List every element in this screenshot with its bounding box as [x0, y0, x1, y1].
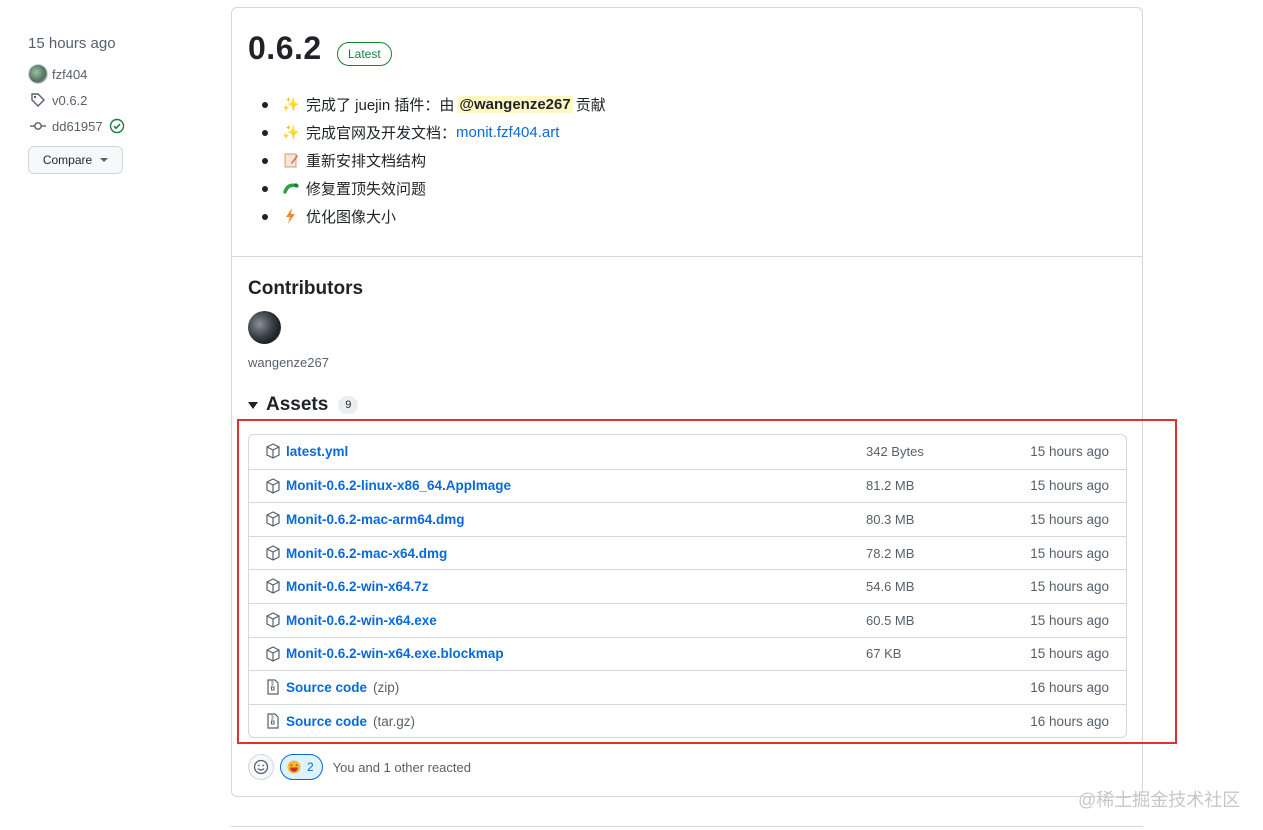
- release-time: 15 hours ago: [28, 35, 116, 52]
- reaction-laugh-button[interactable]: 2: [280, 754, 323, 780]
- avatar: [28, 64, 48, 84]
- list-item: ✨ 完成了 juejin 插件：由 @wangenze267 贡献: [262, 90, 606, 118]
- compare-label: Compare: [42, 153, 93, 167]
- list-item: 修复置顶失效问题: [262, 174, 606, 202]
- list-item: 重新安排文档结构: [262, 146, 606, 174]
- sparkles-icon: ✨: [282, 123, 300, 140]
- sparkles-icon: ✨: [282, 95, 300, 112]
- chevron-down-icon: [100, 158, 109, 162]
- divider: [231, 826, 1143, 827]
- note-text: 重新安排文档结构: [306, 152, 427, 170]
- assets-title: Assets: [266, 394, 329, 415]
- git-commit-icon: [28, 116, 48, 136]
- memo-icon: [282, 151, 300, 169]
- laugh-emoji-icon: [287, 760, 301, 774]
- assets-toggle[interactable]: Assets 9: [248, 394, 359, 416]
- commit-hash: dd61957: [52, 118, 103, 134]
- triangle-down-icon: [248, 401, 258, 409]
- user-mention[interactable]: @wangenze267: [457, 95, 573, 113]
- smiley-icon: [253, 759, 269, 775]
- note-text: 贡献: [575, 96, 606, 114]
- verified-check-icon: [107, 116, 127, 136]
- docs-link[interactable]: monit.fzf404.art: [456, 124, 559, 141]
- contributors-title: Contributors: [248, 278, 364, 299]
- author-link[interactable]: fzf404: [28, 64, 208, 84]
- note-text: 完成官网及开发文档：: [306, 124, 457, 142]
- compare-button[interactable]: Compare: [28, 146, 123, 174]
- add-reaction-button[interactable]: [248, 754, 274, 780]
- reactions-bar: 2 You and 1 other reacted: [248, 754, 471, 780]
- note-text: 完成了 juejin 插件：由: [306, 96, 455, 114]
- tag-icon: [28, 90, 48, 110]
- list-item: ✨ 完成官网及开发文档： monit.fzf404.art: [262, 118, 606, 146]
- tag-label: v0.6.2: [52, 92, 88, 108]
- assets-highlight-box: [237, 419, 1177, 744]
- release-meta: 15 hours ago fzf404 v0.6.2 dd61957 Compa…: [28, 34, 208, 174]
- bug-icon: [282, 179, 300, 197]
- tag-link[interactable]: v0.6.2: [28, 90, 208, 110]
- assets-count-badge: 9: [338, 396, 359, 414]
- avatar[interactable]: [248, 311, 281, 344]
- watermark: @稀土掘金技术社区: [1078, 790, 1241, 810]
- release-notes: ✨ 完成了 juejin 插件：由 @wangenze267 贡献 ✨ 完成官网…: [262, 90, 606, 230]
- note-text: 优化图像大小: [306, 208, 397, 226]
- contributor-name[interactable]: wangenze267: [248, 355, 329, 370]
- reaction-count: 2: [307, 760, 314, 774]
- note-text: 修复置顶失效问题: [306, 180, 427, 198]
- zap-icon: [282, 207, 300, 225]
- commit-link[interactable]: dd61957: [28, 116, 208, 136]
- list-item: 优化图像大小: [262, 202, 606, 230]
- author-name: fzf404: [52, 66, 88, 82]
- reaction-summary: You and 1 other reacted: [332, 759, 471, 775]
- latest-badge: Latest: [337, 42, 392, 66]
- release-title[interactable]: 0.6.2: [248, 30, 322, 67]
- release-body: 0.6.2 Latest ✨ 完成了 juejin 插件：由 @wangenze…: [232, 8, 1142, 257]
